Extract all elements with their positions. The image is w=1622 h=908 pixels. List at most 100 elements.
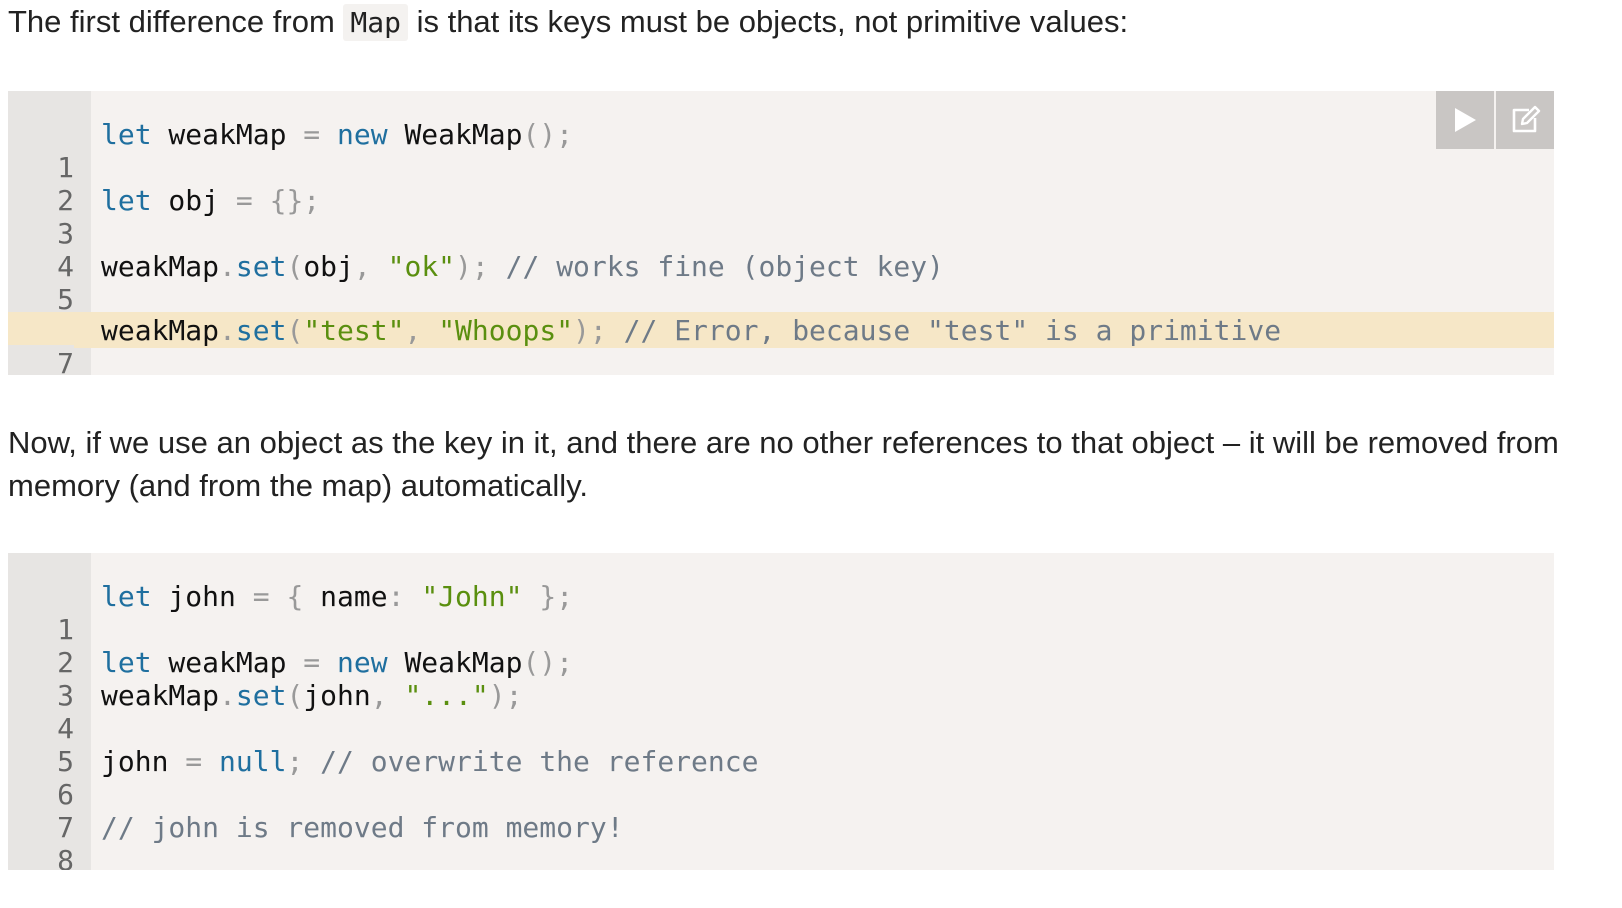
edit-icon [1512, 105, 1541, 133]
code-text: weakMap.set(obj, "ok"); // works fine (o… [101, 250, 944, 283]
token-operator: = [303, 646, 321, 679]
token-function: set [235, 679, 287, 712]
inline-code-map: Map [343, 4, 408, 41]
token-keyword: null [219, 745, 287, 778]
token-punctuation: ( [286, 250, 304, 283]
code-text: let obj = {}; [101, 184, 320, 217]
token-identifier: obj [151, 184, 236, 217]
code-line-1: 1 let weakMap = new WeakMap(); [8, 118, 1554, 184]
token-operator: = [303, 118, 321, 151]
token-class-name: WeakMap [387, 118, 523, 151]
token-string: "..." [404, 679, 489, 712]
code-toolbar [1434, 91, 1554, 149]
code-line-3: 3 let weakMap = new WeakMap(); [8, 646, 1554, 712]
token-function: set [235, 314, 287, 347]
token-punctuation: . [219, 314, 236, 347]
token-identifier: weakMap [151, 118, 304, 151]
edit-button[interactable] [1496, 91, 1554, 149]
line-number: 8 [8, 844, 74, 870]
token-comment: // works fine (object key) [505, 250, 944, 283]
code-block-weakmap-keys: 1 let weakMap = new WeakMap(); 2 3 let o… [8, 91, 1554, 375]
token-punctuation: . [219, 250, 236, 283]
token-identifier: weakMap [101, 679, 220, 712]
intro-text-after: is that its keys must be objects, not pr… [407, 4, 1129, 39]
code-text: let john = { name: "John" }; [101, 580, 573, 613]
token-punctuation: ); [573, 314, 607, 347]
token-function: set [235, 250, 287, 283]
token-class-name: WeakMap [387, 646, 523, 679]
token-punctuation: { [286, 580, 304, 613]
token-comment: // Error, because "test" is a primitive [623, 314, 1282, 347]
token-property: name [303, 580, 388, 613]
code-line-1: 1 let john = { name: "John" }; [8, 580, 1554, 646]
token-punctuation: }; [539, 580, 574, 613]
token-operator: = [235, 184, 253, 217]
line-number: 7 [8, 345, 74, 375]
token-operator: = [252, 580, 270, 613]
token-operator: = [185, 745, 203, 778]
token-keyword: new [337, 646, 388, 679]
token-keyword: let [101, 184, 152, 217]
code-block-weakmap-gc: 1 let john = { name: "John" }; 2 3 let w… [8, 553, 1554, 870]
code-line-6: 6 john = null; // overwrite the referenc… [8, 745, 1554, 811]
code-text: weakMap.set(john, "..."); [101, 679, 522, 712]
token-string: "test" [303, 314, 405, 347]
code-line-2: 2 [8, 151, 1554, 217]
token-punctuation: : [387, 580, 405, 613]
play-icon [1455, 108, 1476, 132]
token-punctuation: , [353, 250, 371, 283]
intro-text-before: The first difference from [8, 4, 344, 39]
code-text: weakMap.set("test", "Whoops"); // Error,… [101, 312, 1281, 350]
intro-paragraph: The first difference from Map is that it… [8, 0, 1568, 44]
token-punctuation: ( [286, 314, 304, 347]
code-line-4: 4 weakMap.set(john, "..."); [8, 679, 1554, 745]
code-line-2: 2 [8, 613, 1554, 679]
token-string: "ok" [387, 250, 456, 283]
code-line-8: 8 // john is removed from memory! [8, 811, 1554, 870]
token-identifier: john [303, 679, 371, 712]
token-punctuation: , [370, 679, 388, 712]
token-punctuation: . [219, 679, 236, 712]
token-identifier: john [151, 580, 253, 613]
code-line-7: 7 [8, 778, 1554, 844]
token-identifier: obj [303, 250, 354, 283]
token-identifier: weakMap [101, 250, 220, 283]
token-string: "John" [421, 580, 523, 613]
code-text: let weakMap = new WeakMap(); [101, 118, 573, 151]
code-line-3: 3 let obj = {}; [8, 184, 1554, 250]
code-text: let weakMap = new WeakMap(); [101, 646, 573, 679]
token-comment: // john is removed from memory! [101, 811, 624, 844]
run-button[interactable] [1436, 91, 1494, 149]
code-line-5: 5 weakMap.set(obj, "ok"); // works fine … [8, 250, 1554, 316]
token-punctuation: (); [522, 118, 574, 151]
token-keyword: let [101, 580, 152, 613]
token-punctuation: ); [455, 250, 489, 283]
token-identifier: john [101, 745, 186, 778]
code-text: // john is removed from memory! [101, 811, 624, 844]
token-punctuation: ; [286, 745, 304, 778]
explanation-paragraph: Now, if we use an object as the key in i… [8, 425, 1559, 503]
code-line-7-highlighted: 7 weakMap.set("test", "Whoops"); // Erro… [8, 312, 1554, 375]
token-keyword: let [101, 118, 152, 151]
token-punctuation: {}; [269, 184, 321, 217]
token-keyword: let [101, 646, 152, 679]
token-identifier: weakMap [101, 314, 220, 347]
token-punctuation: ); [488, 679, 523, 712]
token-string: "Whoops" [438, 314, 574, 347]
token-identifier: weakMap [151, 646, 304, 679]
token-punctuation: , [404, 314, 422, 347]
token-punctuation: (); [522, 646, 574, 679]
token-punctuation: ( [286, 679, 304, 712]
code-text: john = null; // overwrite the reference [101, 745, 758, 778]
